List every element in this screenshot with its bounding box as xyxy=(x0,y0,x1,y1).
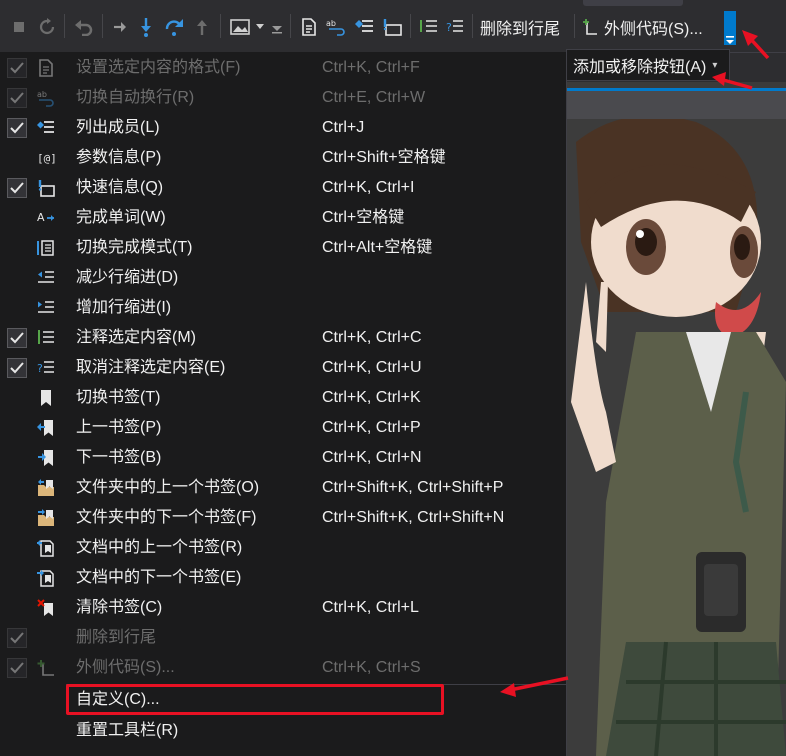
annotation-arrow xyxy=(500,676,569,697)
annotation-arrow xyxy=(712,72,753,90)
annotation-arrows xyxy=(500,30,770,697)
annotation-arrow xyxy=(742,30,770,60)
